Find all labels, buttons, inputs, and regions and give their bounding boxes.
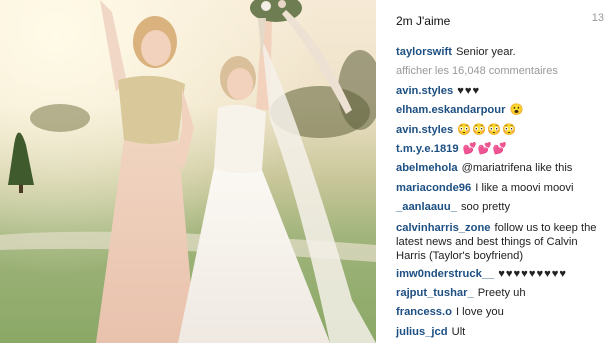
- comment-text: ♥♥♥♥♥♥♥♥♥: [498, 267, 568, 280]
- comment-username[interactable]: imw0nderstruck__: [396, 268, 494, 280]
- list-item: abelmehola @mariatrifena like this: [396, 159, 606, 178]
- comment-list: taylorswift Senior year. afficher les 16,…: [396, 43, 606, 342]
- comment-username[interactable]: abelmehola: [396, 162, 458, 174]
- corner-number: 13: [591, 12, 604, 24]
- comment-username[interactable]: julius_jcd: [396, 326, 448, 338]
- caption: taylorswift Senior year.: [396, 43, 606, 62]
- photo-illustration: [0, 0, 376, 343]
- comment-username[interactable]: francess.o: [396, 306, 452, 318]
- comment-username[interactable]: _aanlaauu_: [396, 201, 457, 213]
- likes-count[interactable]: 2m J'aime: [396, 14, 450, 28]
- view-all-comments-link[interactable]: afficher les 16,048 commentaires: [396, 62, 606, 81]
- comment-text: ♥♥♥: [457, 84, 481, 97]
- comment-text: 💕💕💕: [462, 143, 508, 156]
- list-item: _aanlaauu_ soo pretty: [396, 198, 606, 217]
- likes-row: 2m J'aime 13: [396, 12, 604, 30]
- comment-text: I love you: [455, 306, 504, 319]
- list-item: imw0nderstruck__ ♥♥♥♥♥♥♥♥♥: [396, 265, 606, 284]
- comment-username[interactable]: t.m.y.e.1819: [396, 143, 459, 155]
- list-item: julius_jcd Ult: [396, 323, 606, 342]
- list-item: calvinharris_zone follow us to keep the l…: [396, 221, 606, 263]
- comments-panel: 2m J'aime 13 taylorswift Senior year. aff…: [376, 0, 610, 343]
- comment-username[interactable]: calvinharris_zone: [396, 222, 491, 234]
- list-item: avin.styles ♥♥♥: [396, 82, 606, 101]
- comment-text: 😳😳😳😳: [457, 123, 517, 136]
- comment-username[interactable]: rajput_tushar_: [396, 287, 474, 299]
- list-item: rajput_tushar_ Preety uh: [396, 284, 606, 303]
- comment-text: soo pretty: [460, 201, 511, 214]
- list-item: t.m.y.e.1819 💕💕💕: [396, 140, 606, 159]
- comment-text: Ult: [451, 325, 466, 338]
- comment-text: 😮: [509, 104, 525, 117]
- comment-username[interactable]: avin.styles: [396, 85, 453, 97]
- comment-username[interactable]: elham.eskandarpour: [396, 104, 505, 116]
- list-item: mariaconde96 I like a moovi moovi: [396, 179, 606, 198]
- comment-text: Preety uh: [477, 287, 526, 300]
- comment-username[interactable]: avin.styles: [396, 124, 453, 136]
- list-item: elham.eskandarpour 😮: [396, 101, 606, 120]
- comment-username[interactable]: mariaconde96: [396, 182, 471, 194]
- list-item: francess.o I love you: [396, 303, 606, 322]
- post-photo[interactable]: [0, 0, 376, 343]
- list-item: avin.styles 😳😳😳😳: [396, 121, 606, 140]
- caption-username[interactable]: taylorswift: [396, 46, 452, 58]
- comment-text: @mariatrifena like this: [461, 162, 573, 175]
- caption-text: Senior year.: [455, 46, 516, 58]
- comment-text: I like a moovi moovi: [475, 181, 574, 194]
